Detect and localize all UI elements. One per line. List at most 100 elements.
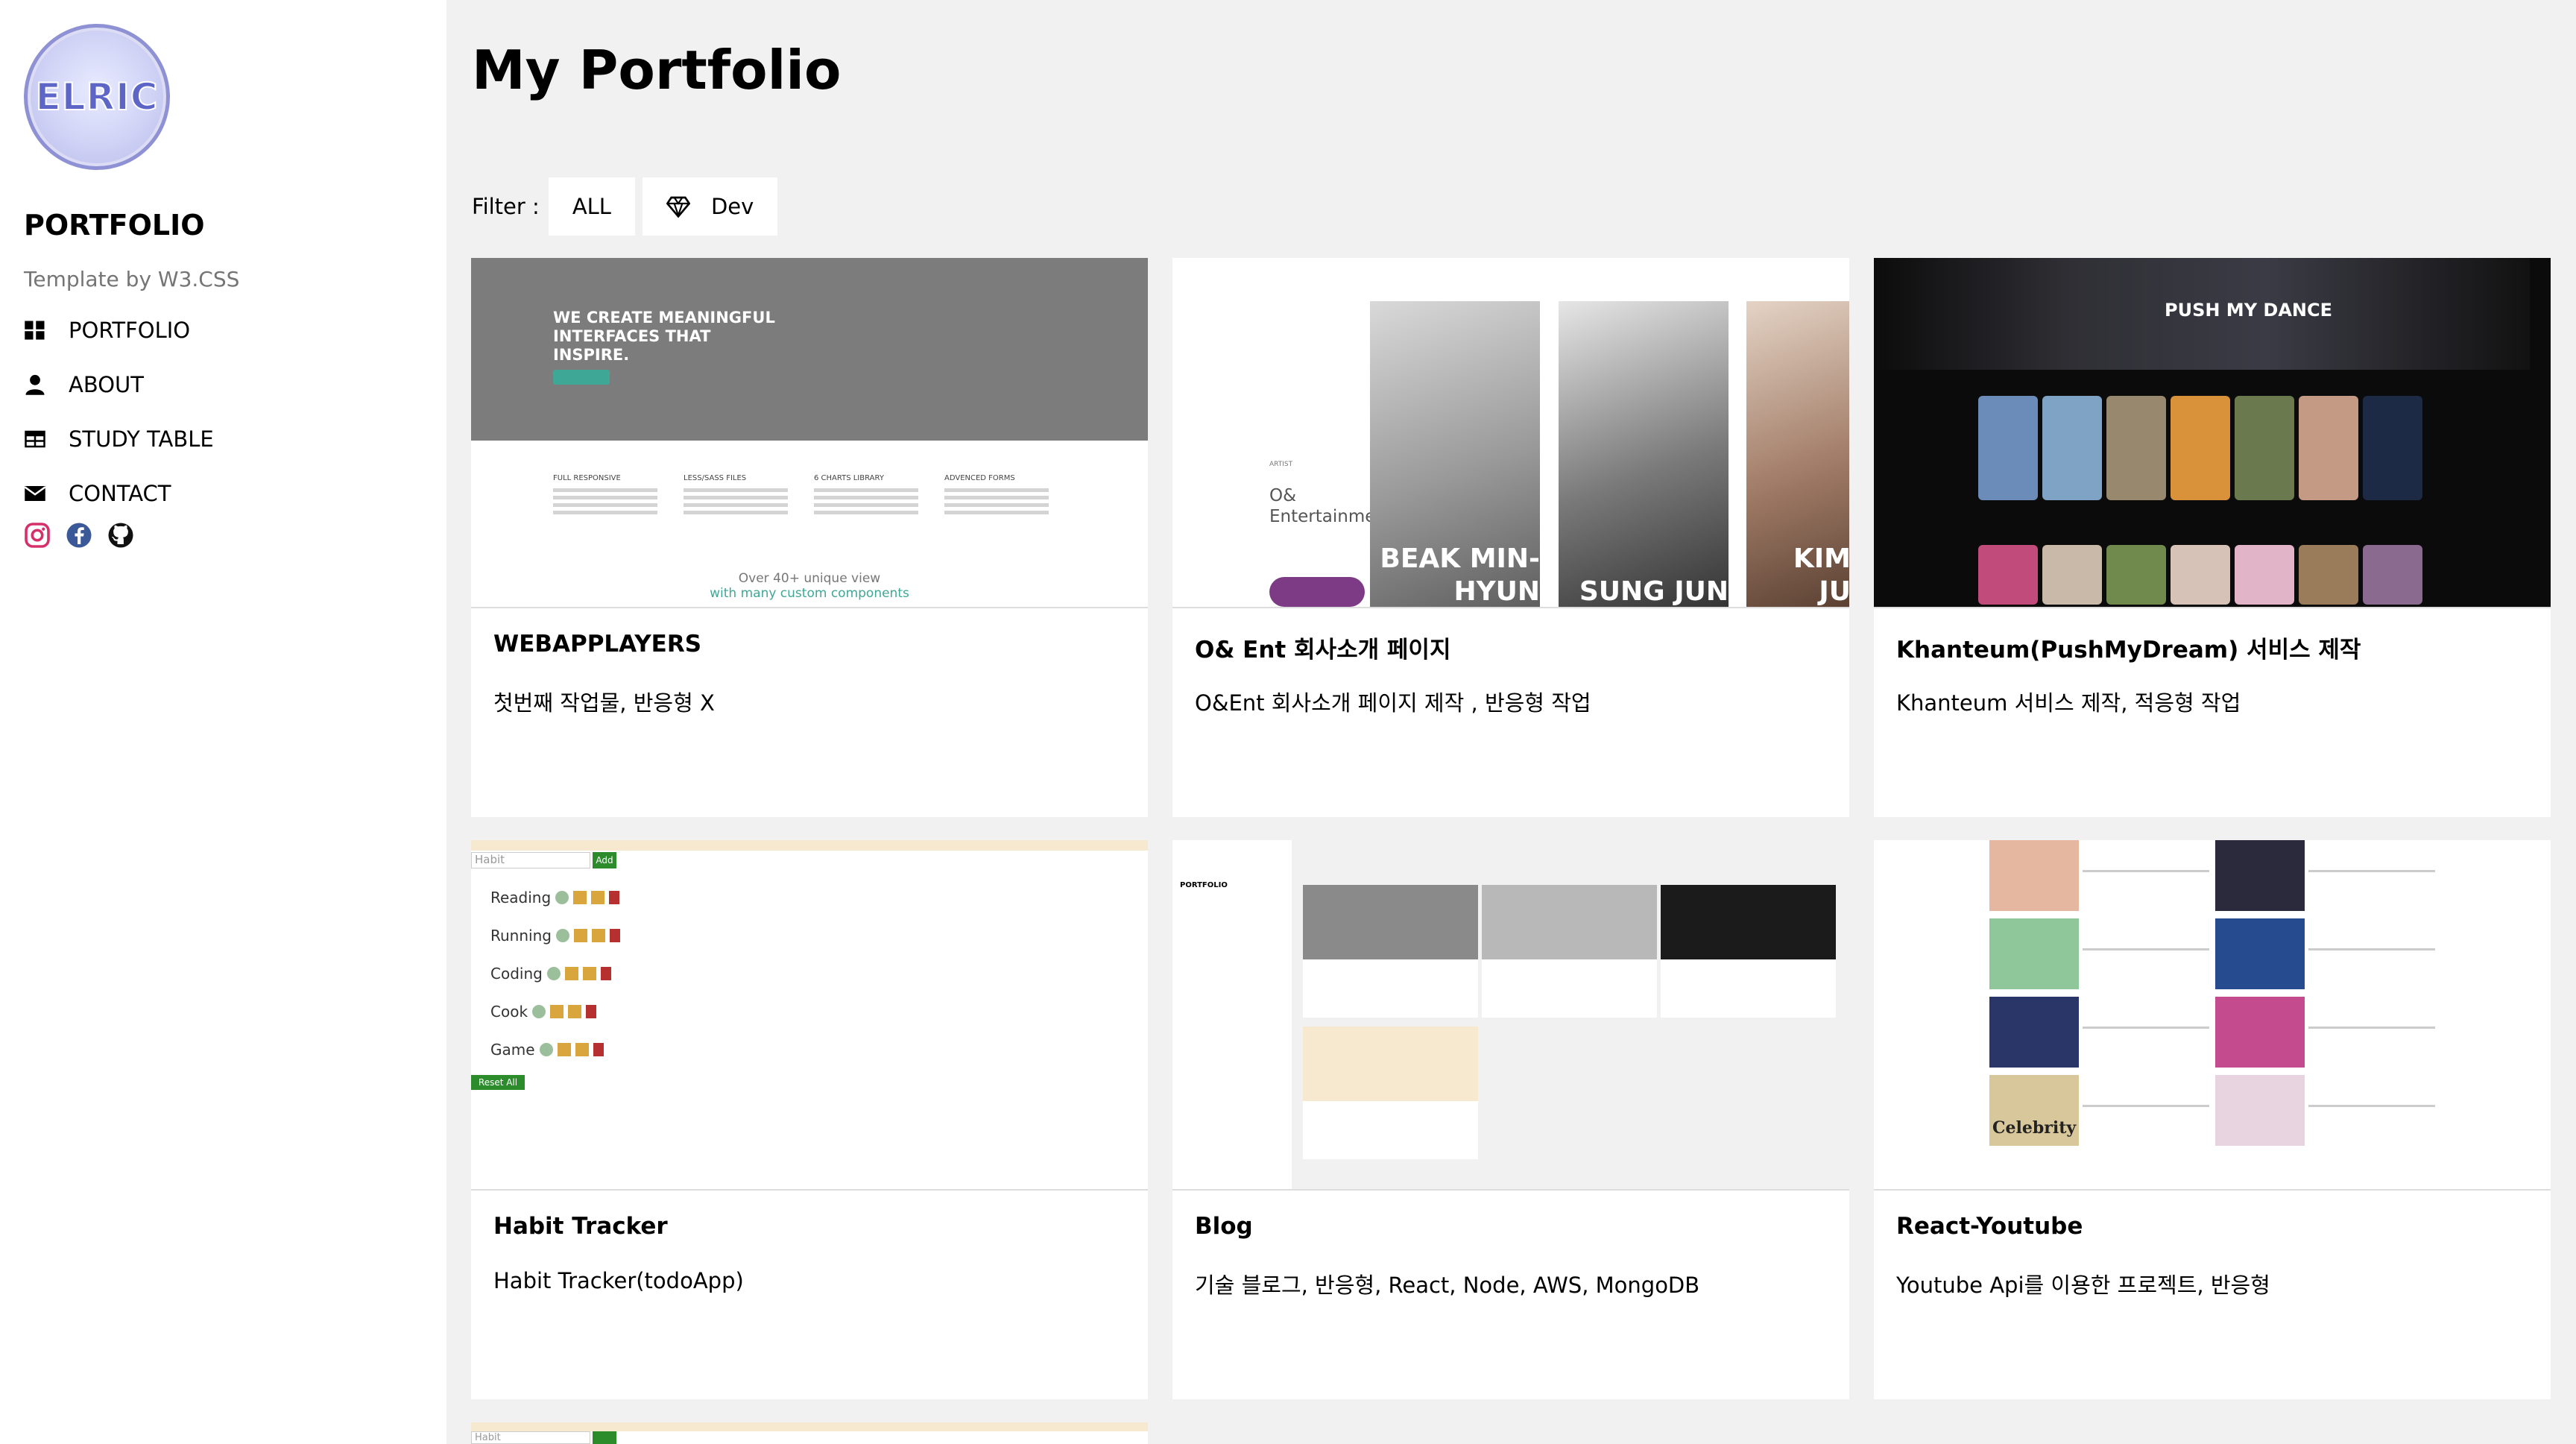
thumb-header-bar (471, 1422, 1148, 1431)
video-text-line (2308, 948, 2435, 950)
thumb-card (1303, 1027, 1478, 1159)
video-thumb (2215, 918, 2305, 989)
filter-bar: Filter : ALL Dev (472, 177, 785, 236)
sidebar-subtitle: Template by W3.CSS (24, 267, 240, 291)
artist-portrait: BEAK MIN-HYUN (1370, 301, 1540, 607)
card-description: O&Ent 회사소개 페이지 제작 , 반응형 작업 (1195, 690, 1591, 716)
artist-name: SUNG JUN (1579, 576, 1729, 607)
video-text-line (2308, 870, 2435, 872)
video-tile (2363, 396, 2422, 500)
portfolio-card-habit-tracker[interactable]: Habit Add Reading Running Coding Cook Ga… (471, 840, 1148, 1399)
thumb-bottom-line2: with many custom components (710, 586, 909, 601)
thumb-column: 6 CHARTS LIBRARY (814, 474, 918, 518)
page-title: My Portfolio (472, 39, 842, 101)
video-thumb (1989, 997, 2079, 1068)
thumb-col-title: 6 CHARTS LIBRARY (814, 474, 884, 482)
thumb-column: ADVENCED FORMS (944, 474, 1049, 518)
nav-item-about[interactable]: ABOUT (24, 357, 214, 412)
thumb-button (553, 370, 610, 385)
habit-row: Coding (490, 965, 611, 983)
thumb-heading: WE CREATE MEANINGFUL INTERFACES THAT INS… (553, 309, 775, 364)
video-tile (2363, 545, 2422, 605)
filter-all-button[interactable]: ALL (548, 177, 635, 236)
thumb-column: FULL RESPONSIVE (553, 474, 657, 518)
user-icon (25, 374, 45, 395)
nav-item-study-table[interactable]: STUDY TABLE (24, 412, 214, 466)
github-icon[interactable] (107, 522, 134, 549)
thumb-card (1482, 885, 1657, 1018)
portfolio-card-blog[interactable]: PORTFOLIO Blog 기술 블로그, 반응형, React, Node,… (1172, 840, 1849, 1399)
portfolio-card-partial[interactable]: Habit (471, 1422, 1148, 1444)
card-description: 기술 블로그, 반응형, React, Node, AWS, MongoDB (1195, 1273, 1700, 1298)
instagram-icon[interactable] (24, 522, 51, 549)
video-tile (2106, 545, 2166, 605)
facebook-icon[interactable] (66, 522, 92, 549)
card-thumbnail[interactable]: ARTIST O& Entertainment BEAK MIN-HYUN SU… (1172, 258, 1849, 608)
portfolio-card-khanteum[interactable]: PUSH MY DANCE Khanteum(PushMyDream) 서비스 … (1874, 258, 2551, 817)
portfolio-card-oent[interactable]: ARTIST O& Entertainment BEAK MIN-HYUN SU… (1172, 258, 1849, 817)
card-thumbnail[interactable]: Habit Add Reading Running Coding Cook Ga… (471, 840, 1148, 1191)
video-thumb (2215, 997, 2305, 1068)
nav-item-portfolio[interactable]: PORTFOLIO (24, 303, 214, 357)
thumb-video-strip (1978, 545, 2422, 605)
card-description: 첫번째 작업물, 반응형 X (493, 690, 715, 716)
video-text-line (2083, 1027, 2209, 1029)
thumb-card (1661, 885, 1836, 1018)
artist-name: KIM JU (1793, 543, 1849, 607)
habit-row: Running (490, 927, 620, 945)
thumb-col-title: FULL RESPONSIVE (553, 474, 621, 482)
portfolio-card-webapplayers[interactable]: WE CREATE MEANINGFUL INTERFACES THAT INS… (471, 258, 1148, 817)
video-text-line (2083, 870, 2209, 872)
filter-label: Filter : (472, 194, 540, 219)
nav-label: STUDY TABLE (69, 426, 214, 452)
habit-row: Cook (490, 1003, 597, 1021)
card-description: Habit Tracker(todoApp) (493, 1268, 744, 1293)
habit-row: Game (490, 1041, 604, 1059)
video-tile (2171, 396, 2230, 500)
video-text-line (2083, 1105, 2209, 1107)
habit-input: Habit (471, 1431, 590, 1444)
card-thumbnail[interactable]: Celebrity (1874, 840, 2551, 1191)
video-tile (2171, 545, 2230, 605)
logo-text: ELRIC (35, 75, 159, 119)
card-thumbnail[interactable]: PUSH MY DANCE (1874, 258, 2551, 608)
table-icon (25, 430, 45, 447)
logo[interactable]: ELRIC (24, 24, 170, 170)
habit-add-button (593, 1431, 616, 1444)
habit-input: Habit (471, 852, 590, 868)
grid-icon (25, 321, 45, 339)
filter-dev-button[interactable]: Dev (642, 177, 778, 236)
video-tile (2235, 545, 2294, 605)
portfolio-card-react-youtube[interactable]: Celebrity React-Youtube Youtube Api를 이용한… (1874, 840, 2551, 1399)
thumb-col-title: LESS/SASS FILES (684, 474, 747, 482)
video-thumb (1989, 918, 2079, 989)
video-thumb (2215, 840, 2305, 911)
card-title: React-Youtube (1896, 1213, 2083, 1240)
main-content: My Portfolio Filter : ALL Dev WE CREATE … (446, 0, 2576, 1444)
thumb-view-button (1269, 577, 1365, 607)
habit-reset-button: Reset All (471, 1075, 525, 1090)
video-tile (2299, 396, 2358, 500)
card-thumbnail[interactable]: WE CREATE MEANINGFUL INTERFACES THAT INS… (471, 258, 1148, 608)
card-title: Habit Tracker (493, 1213, 668, 1240)
habit-name: Reading (490, 889, 552, 907)
thumb-column: LESS/SASS FILES (684, 474, 788, 518)
habit-name: Coding (490, 965, 543, 983)
thumb-card (1303, 885, 1478, 1018)
card-thumbnail[interactable]: PORTFOLIO (1172, 840, 1849, 1191)
filter-button-label: ALL (572, 194, 611, 219)
thumb-bottom-line1: Over 40+ unique view (738, 571, 881, 586)
social-links (24, 522, 134, 549)
video-tile (2299, 545, 2358, 605)
nav-item-contact[interactable]: CONTACT (24, 466, 214, 520)
envelope-icon (24, 485, 46, 501)
artist-portrait: SUNG JUN (1559, 301, 1729, 607)
card-title: Khanteum(PushMyDream) 서비스 제작 (1896, 637, 2361, 663)
video-tile (2042, 545, 2102, 605)
video-thumb (2215, 1075, 2305, 1146)
filter-button-label: Dev (710, 194, 754, 219)
video-tile (2106, 396, 2166, 500)
sidebar-nav: PORTFOLIO ABOUT STUDY TABLE CONTACT (24, 303, 214, 520)
nav-label: PORTFOLIO (69, 317, 191, 343)
video-thumb (1989, 840, 2079, 911)
